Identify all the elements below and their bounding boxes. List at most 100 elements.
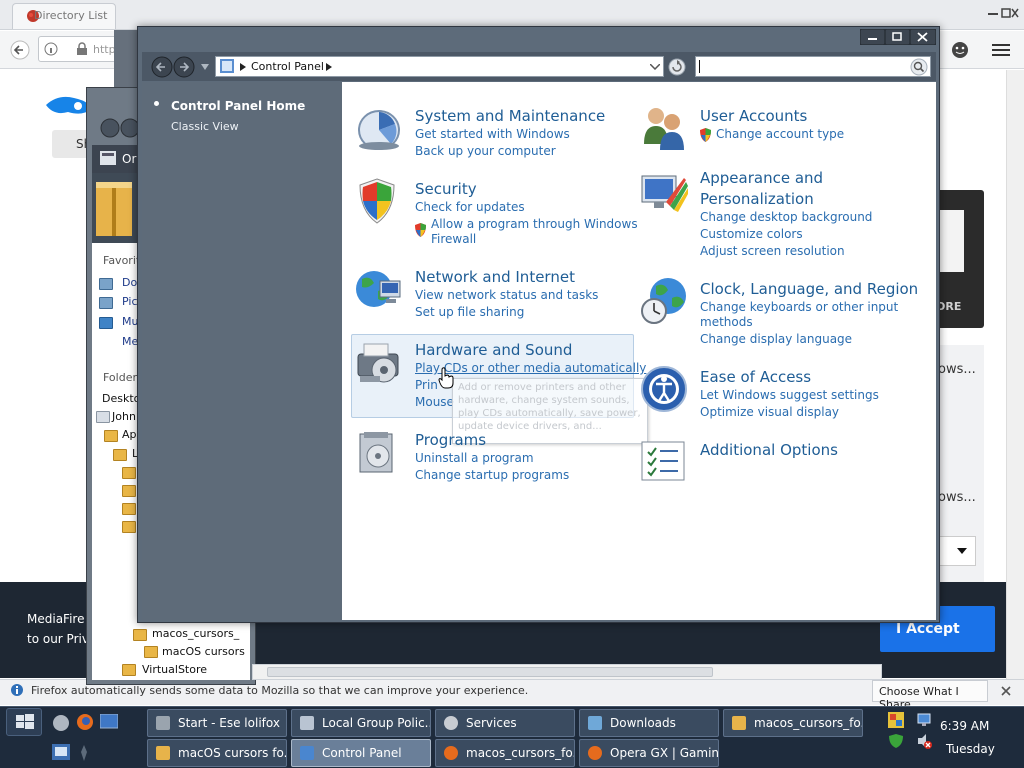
choose-share-button[interactable]: Choose What I Share <box>872 680 988 711</box>
fav-item[interactable]: Do <box>122 276 137 289</box>
quicklaunch-app-icon[interactable] <box>52 744 70 762</box>
classic-view-link[interactable]: Classic View <box>171 120 239 133</box>
taskbar-button[interactable]: Local Group Polic... <box>291 709 431 737</box>
tree-item[interactable]: John <box>112 410 136 423</box>
search-icon[interactable] <box>910 58 928 76</box>
smiley-icon[interactable] <box>950 40 970 60</box>
category-link[interactable]: Customize colors <box>700 227 803 241</box>
tree-item[interactable]: macOS cursors <box>162 645 245 658</box>
taskbar-button[interactable]: Opera GX | Gamin... <box>579 739 719 767</box>
taskbar-button[interactable]: macos_cursors_fo... <box>435 739 575 767</box>
menu-icon[interactable] <box>992 42 1010 58</box>
tree-item[interactable]: Deskto <box>102 392 140 405</box>
ease-of-access-icon[interactable] <box>640 365 688 413</box>
tree-item[interactable]: macos_cursors_ <box>152 627 239 640</box>
appearance-icon[interactable] <box>640 172 688 216</box>
category-link[interactable]: methods <box>700 315 753 329</box>
tree-item[interactable]: Ap <box>122 428 137 441</box>
firefox-icon[interactable] <box>76 713 94 731</box>
info-icon[interactable] <box>44 42 58 56</box>
category-link[interactable]: Prin <box>415 378 438 392</box>
category-link[interactable]: Change desktop background <box>700 210 872 224</box>
documents-icon <box>99 278 113 290</box>
category-link[interactable]: Change startup programs <box>415 468 569 482</box>
start-button[interactable] <box>6 708 42 736</box>
quicklaunch-browser-icon[interactable] <box>52 714 70 732</box>
user-accounts-title[interactable]: User Accounts <box>700 107 807 125</box>
breadcrumb[interactable]: Control Panel <box>251 60 324 73</box>
hardware-printer-icon[interactable] <box>354 340 404 388</box>
firefox-tab-title: Directory List <box>34 9 108 22</box>
hardware-sound-title[interactable]: Hardware and Sound <box>415 341 572 359</box>
additional-options-icon[interactable] <box>640 440 688 482</box>
tray-flag-icon[interactable] <box>888 712 904 728</box>
system-maintenance-icon[interactable] <box>355 106 403 152</box>
network-internet-title[interactable]: Network and Internet <box>415 268 575 286</box>
show-desktop-icon[interactable] <box>100 714 118 730</box>
fav-item[interactable]: Mu <box>122 315 138 328</box>
category-link[interactable]: View network status and tasks <box>415 288 598 302</box>
taskbar-button[interactable]: Start - Ese lolifox <box>147 709 287 737</box>
side-item[interactable]: ows... <box>938 362 976 377</box>
network-globe-icon[interactable] <box>354 267 404 313</box>
folder-icon <box>122 503 136 515</box>
additional-options-title[interactable]: Additional Options <box>700 441 838 459</box>
category-link[interactable]: Uninstall a program <box>415 451 534 465</box>
category-link[interactable]: Let Windows suggest settings <box>700 388 879 402</box>
clock-language-region-title[interactable]: Clock, Language, and Region <box>700 280 918 298</box>
tray-network-icon[interactable] <box>916 712 932 728</box>
chevron-down-icon[interactable] <box>650 64 660 70</box>
horizontal-scrollbar[interactable] <box>252 664 882 680</box>
taskbar-button[interactable]: Downloads <box>579 709 719 737</box>
taskbar-button[interactable]: macos_cursors_fo... <box>723 709 863 737</box>
ease-of-access-title[interactable]: Ease of Access <box>700 368 811 386</box>
category-link[interactable]: Back up your computer <box>415 144 556 158</box>
category-link[interactable]: Adjust screen resolution <box>700 244 845 258</box>
category-link[interactable]: Mouse <box>415 395 454 409</box>
appearance-title[interactable]: Appearance and <box>700 169 823 187</box>
control-panel-window-controls[interactable] <box>860 29 936 45</box>
category-link[interactable]: Get started with Windows <box>415 127 570 141</box>
category-link[interactable]: Firewall <box>431 232 476 246</box>
side-select[interactable] <box>936 536 976 566</box>
category-link[interactable]: Check for updates <box>415 200 525 214</box>
scroll-thumb[interactable] <box>267 667 713 677</box>
clock-time[interactable]: 6:39 AM <box>940 719 989 733</box>
close-icon[interactable] <box>1000 685 1012 697</box>
side-item[interactable]: ows... <box>938 490 976 505</box>
appearance-title-line2[interactable]: Personalization <box>700 190 814 208</box>
organize-label[interactable]: Or <box>122 152 136 166</box>
security-shield-icon[interactable] <box>357 177 397 225</box>
organize-icon <box>100 151 116 165</box>
taskbar-button[interactable]: macOS cursors fo... <box>147 739 287 767</box>
firefox-window-controls[interactable] <box>930 6 1020 22</box>
programs-title[interactable]: Programs <box>415 431 486 449</box>
clock-day[interactable]: Tuesday <box>946 742 995 756</box>
firefox-scrollbar[interactable] <box>1006 70 1024 680</box>
refresh-icon[interactable] <box>668 58 686 76</box>
programs-icon[interactable] <box>356 430 400 476</box>
category-link[interactable]: Allow a program through Windows <box>431 217 638 231</box>
tree-item[interactable]: VirtualStore <box>142 663 207 676</box>
taskbar-button[interactable]: Services <box>435 709 575 737</box>
tray-volume-muted-icon[interactable] <box>916 733 932 749</box>
category-link[interactable]: Optimize visual display <box>700 405 839 419</box>
clock-globe-icon[interactable] <box>640 276 690 326</box>
quicklaunch-tool-icon[interactable] <box>76 744 92 762</box>
control-panel-sidebar <box>142 82 342 620</box>
taskbar-button-active[interactable]: Control Panel <box>291 739 431 767</box>
tray-security-icon[interactable] <box>888 733 904 749</box>
system-maintenance-title[interactable]: System and Maintenance <box>415 107 605 125</box>
fav-item[interactable]: Pic <box>122 295 138 308</box>
back-icon[interactable] <box>10 40 30 60</box>
category-link[interactable]: Change display language <box>700 332 852 346</box>
user-accounts-icon[interactable] <box>640 104 690 152</box>
security-title[interactable]: Security <box>415 180 477 198</box>
search-input[interactable] <box>695 56 931 77</box>
category-link[interactable]: Set up file sharing <box>415 305 524 319</box>
nav-buttons-icon[interactable] <box>151 56 213 78</box>
fav-item[interactable]: Me <box>122 335 138 348</box>
category-link[interactable]: Change account type <box>716 127 844 141</box>
control-panel-home-link[interactable]: Control Panel Home <box>171 99 305 113</box>
category-link[interactable]: Change keyboards or other input <box>700 300 898 314</box>
